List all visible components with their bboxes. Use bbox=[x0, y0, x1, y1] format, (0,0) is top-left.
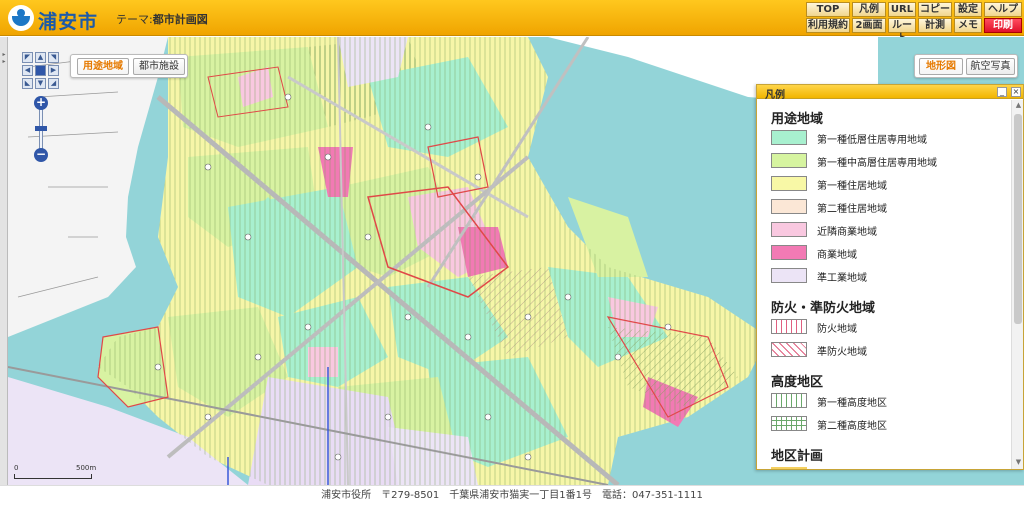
scale-end-label: 500m bbox=[76, 464, 97, 472]
legend-item: 第一種低層住居専用地域 bbox=[771, 130, 1007, 146]
legend-item-label: 準工業地域 bbox=[817, 273, 867, 284]
pan-south-icon[interactable]: ▼ bbox=[35, 78, 46, 89]
legend-swatch bbox=[771, 416, 807, 431]
legend-item: 第二種住居地域 bbox=[771, 199, 1007, 215]
legend-title: 凡例 bbox=[765, 90, 785, 101]
scale-start-label: 0 bbox=[14, 464, 19, 472]
side-panel-grip-icon: ▸ ▸ bbox=[2, 51, 6, 65]
legend-section-heading: 防火・準防火地域 bbox=[771, 301, 876, 316]
city-emblem-icon bbox=[8, 5, 34, 31]
legend-item-label: 第二種住居地域 bbox=[817, 204, 887, 215]
url-button[interactable]: URL bbox=[888, 2, 916, 17]
legend-item-label: 防火地域 bbox=[817, 324, 857, 335]
legend-item: 準防火地域 bbox=[771, 342, 1007, 358]
tab-urban-facilities[interactable]: 都市施設 bbox=[133, 58, 185, 75]
pan-center-icon[interactable] bbox=[35, 65, 46, 76]
legend-item-label: 建築協定 bbox=[817, 468, 857, 469]
pan-northeast-icon[interactable]: ◥ bbox=[48, 52, 59, 63]
theme-label: テーマ: bbox=[116, 13, 153, 26]
legend-item: 準工業地域 bbox=[771, 268, 1007, 284]
legend-swatch bbox=[771, 319, 807, 334]
copy-button[interactable]: コピー bbox=[918, 2, 952, 17]
map-pan-control: ◤ ▲ ◥ ◀ ▶ ◣ ▼ ◢ bbox=[22, 52, 64, 94]
legend-swatch bbox=[771, 245, 807, 260]
legend-header[interactable]: 凡例 _ × bbox=[757, 85, 1023, 101]
zoom-in-button[interactable]: + bbox=[34, 96, 48, 110]
tab-aerial-photo[interactable]: 航空写真 bbox=[966, 58, 1015, 75]
legend-body: 用途地域第一種低層住居専用地域 第一種中高層住居専用地域 第一種住居地域 第二種住居地… bbox=[757, 100, 1011, 469]
legend-item-label: 第二種高度地区 bbox=[817, 421, 887, 432]
legend-swatch bbox=[771, 467, 807, 469]
legend-scrollbar[interactable]: ▲ ▼ bbox=[1011, 100, 1023, 469]
legend-item-label: 第一種住居地域 bbox=[817, 181, 887, 192]
legend-panel: 凡例 _ × 用途地域第一種低層住居専用地域 第一種中高層住居専用地域 第一種住居地… bbox=[756, 84, 1024, 470]
top-button[interactable]: TOP bbox=[806, 2, 850, 17]
scale-bar-line bbox=[14, 474, 92, 479]
settings-button[interactable]: 設定 bbox=[954, 2, 982, 17]
legend-button[interactable]: 凡例 bbox=[852, 2, 886, 17]
city-name: 浦安市 bbox=[38, 11, 99, 33]
pan-west-icon[interactable]: ◀ bbox=[22, 65, 33, 76]
legend-item: 防火地域 bbox=[771, 319, 1007, 335]
zoom-slider-handle[interactable] bbox=[35, 126, 47, 131]
legend-item: 近隣商業地域 bbox=[771, 222, 1007, 238]
scrollbar-thumb[interactable] bbox=[1014, 114, 1022, 324]
tab-zoning[interactable]: 用途地域 bbox=[77, 58, 129, 75]
app-root: 浦安市 テーマ:都市計画図 TOP 凡例 URL コピー 設定 ヘルプ 利用規約… bbox=[0, 0, 1024, 512]
close-icon[interactable]: × bbox=[1011, 87, 1021, 97]
legend-swatch bbox=[771, 222, 807, 237]
legend-item: 第一種高度地区 bbox=[771, 393, 1007, 409]
theme-indicator: テーマ:都市計画図 bbox=[116, 11, 208, 27]
layer-tabs: 用途地域 都市施設 bbox=[70, 54, 188, 78]
side-panel-toggle[interactable]: ▸ ▸ bbox=[0, 37, 8, 485]
legend-item-label: 商業地域 bbox=[817, 250, 857, 261]
legend-item-label: 準防火地域 bbox=[817, 347, 867, 358]
pan-southeast-icon[interactable]: ◢ bbox=[48, 78, 59, 89]
scale-bar: 0 500m bbox=[14, 462, 97, 482]
legend-section-heading: 地区計画 bbox=[771, 449, 824, 464]
memo-button[interactable]: メモ bbox=[954, 18, 982, 33]
scroll-up-icon[interactable]: ▲ bbox=[1014, 101, 1023, 110]
theme-value: 都市計画図 bbox=[152, 13, 208, 26]
help-button[interactable]: ヘルプ bbox=[984, 2, 1022, 17]
legend-swatch bbox=[771, 268, 807, 283]
legend-swatch bbox=[771, 342, 807, 357]
legend-item: 第一種中高層住居専用地域 bbox=[771, 153, 1007, 169]
pan-southwest-icon[interactable]: ◣ bbox=[22, 78, 33, 89]
terms-button[interactable]: 利用規約 bbox=[806, 18, 850, 33]
legend-item-label: 近隣商業地域 bbox=[817, 227, 877, 238]
legend-item-label: 第一種高度地区 bbox=[817, 398, 887, 409]
zoom-control: + − bbox=[34, 96, 48, 162]
legend-section-heading: 用途地域 bbox=[771, 112, 824, 127]
scroll-down-icon[interactable]: ▼ bbox=[1014, 458, 1023, 467]
tab-topographic-map[interactable]: 地形図 bbox=[919, 58, 963, 75]
minimize-icon[interactable]: _ bbox=[997, 87, 1007, 97]
city-logo[interactable]: 浦安市 bbox=[8, 4, 100, 33]
legend-item: 商業地域 bbox=[771, 245, 1007, 261]
dual-screen-button[interactable]: 2画面 bbox=[852, 18, 886, 33]
legend-swatch bbox=[771, 393, 807, 408]
route-button[interactable]: ルート bbox=[888, 18, 916, 44]
pan-east-icon[interactable]: ▶ bbox=[48, 65, 59, 76]
legend-swatch bbox=[771, 153, 807, 168]
zoom-out-button[interactable]: − bbox=[34, 148, 48, 162]
legend-swatch bbox=[771, 199, 807, 214]
legend-item-label: 第一種低層住居専用地域 bbox=[817, 135, 927, 146]
basemap-tabs: 地形図 航空写真 bbox=[914, 54, 1018, 78]
legend-swatch bbox=[771, 130, 807, 145]
legend-item: 第一種住居地域 bbox=[771, 176, 1007, 192]
footer: 浦安市役所 〒279-8501 千葉県浦安市猫実一丁目1番1号 電話：047-3… bbox=[0, 485, 1024, 512]
legend-item-label: 第一種中高層住居専用地域 bbox=[817, 158, 937, 169]
print-button[interactable]: 印刷 bbox=[984, 18, 1022, 33]
legend-item: 建築協定 bbox=[771, 467, 1007, 469]
legend-item: 第二種高度地区 bbox=[771, 416, 1007, 432]
measure-button[interactable]: 計測 bbox=[918, 18, 952, 33]
legend-swatch bbox=[771, 176, 807, 191]
header: 浦安市 テーマ:都市計画図 TOP 凡例 URL コピー 設定 ヘルプ 利用規約… bbox=[0, 0, 1024, 44]
pan-northwest-icon[interactable]: ◤ bbox=[22, 52, 33, 63]
legend-section-heading: 高度地区 bbox=[771, 375, 824, 390]
pan-north-icon[interactable]: ▲ bbox=[35, 52, 46, 63]
